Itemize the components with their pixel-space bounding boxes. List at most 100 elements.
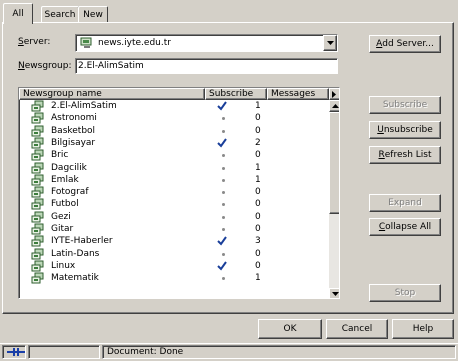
list-item[interactable]: Basketbol 0 [19, 125, 329, 137]
list-item[interactable]: Linux 0 [19, 260, 329, 272]
newsgroup-icon [31, 272, 44, 284]
column-header-messages[interactable]: Messages [267, 88, 329, 100]
list-item[interactable]: Matematik 1 [19, 272, 329, 284]
newsgroup-list[interactable]: Newsgroup name Subscribe Messages 2.El-A… [18, 87, 340, 299]
unsubscribe-button[interactable]: Unsubscribe [369, 121, 441, 139]
scroll-up-button[interactable] [329, 100, 339, 112]
newsgroup-name: Bilgisayar [51, 137, 96, 148]
newsgroup-icon [31, 149, 44, 161]
newsgroup-icon [31, 198, 44, 210]
message-count: 0 [255, 150, 261, 161]
expand-button[interactable]: Expand [369, 194, 441, 212]
newsgroup-icon [31, 112, 44, 124]
newsgroup-icon [31, 137, 44, 149]
checkmark-icon [217, 236, 227, 246]
help-button[interactable]: Help [392, 319, 454, 339]
collapse-all-button[interactable]: Collapse All [369, 218, 441, 236]
tab-new[interactable]: New [78, 6, 108, 23]
list-item[interactable]: Bric 0 [19, 149, 329, 161]
list-item[interactable]: Bilgisayar 2 [19, 137, 329, 149]
unsubscribed-dot-icon [221, 215, 225, 219]
refresh-list-button[interactable]: Refresh List [369, 146, 441, 164]
subscribe-toggle[interactable] [211, 198, 235, 209]
subscribe-toggle[interactable] [211, 211, 235, 222]
list-item[interactable]: 2.El-AlimSatim 1 [19, 100, 329, 112]
checkmark-icon [217, 101, 227, 111]
list-item[interactable]: Futbol 0 [19, 198, 329, 210]
newsgroup-label: Newsgroup: [18, 61, 72, 71]
column-header-subscribe[interactable]: Subscribe [205, 88, 267, 100]
newsgroup-name: Matematik [51, 273, 99, 284]
newsgroup-icon [31, 174, 44, 186]
list-item[interactable]: Astronomi 0 [19, 112, 329, 124]
server-select[interactable]: news.iyte.edu.tr [75, 34, 338, 52]
list-item[interactable]: IYTE-Haberler 3 [19, 235, 329, 247]
newsgroup-name: Dagcilik [51, 162, 87, 173]
unsubscribed-dot-icon [221, 277, 225, 281]
chevron-right-icon [332, 90, 336, 98]
list-item[interactable]: Emlak 1 [19, 174, 329, 186]
newsgroup-icon [31, 248, 44, 260]
newsgroup-name: IYTE-Haberler [51, 236, 113, 247]
subscribe-toggle[interactable] [211, 125, 235, 136]
subscribe-toggle[interactable] [211, 162, 235, 173]
chevron-down-icon [331, 292, 339, 296]
newsgroup-icon [31, 162, 44, 173]
newsgroup-name: Fotograf [51, 187, 89, 198]
subscribe-toggle[interactable] [211, 174, 235, 185]
newsgroup-icon [31, 211, 44, 223]
list-item[interactable]: Gitar 0 [19, 223, 329, 235]
tab-search[interactable]: Search [41, 6, 79, 23]
unsubscribed-dot-icon [221, 228, 225, 231]
unsubscribed-dot-icon [221, 252, 225, 256]
subscribe-toggle[interactable] [211, 112, 235, 123]
newsgroup-icon [31, 186, 44, 198]
subscribe-toggle[interactable] [211, 272, 235, 283]
stop-button[interactable]: Stop [369, 284, 441, 302]
message-count: 0 [255, 199, 261, 210]
server-value: news.iyte.edu.tr [98, 38, 171, 48]
subscribe-toggle[interactable] [211, 186, 235, 197]
tab-all[interactable]: All [3, 3, 33, 24]
newsgroup-icon [31, 125, 44, 137]
connection-icon [7, 348, 25, 356]
newsgroup-input[interactable]: 2.El-AlimSatim [75, 58, 338, 74]
message-count: 0 [255, 187, 261, 198]
header-scroll-right-button[interactable] [329, 88, 339, 100]
column-header-name[interactable]: Newsgroup name [19, 88, 205, 100]
news-server-icon [80, 37, 92, 48]
message-count: 2 [255, 137, 261, 148]
subscribe-toggle[interactable] [211, 223, 235, 234]
scroll-down-button[interactable] [329, 288, 339, 298]
status-text: Document: Done [102, 345, 456, 359]
subscribe-toggle[interactable] [211, 248, 235, 259]
list-item[interactable]: Dagcilik 1 [19, 162, 329, 174]
message-count: 3 [255, 236, 261, 247]
chevron-down-icon [326, 41, 334, 45]
unsubscribed-dot-icon [221, 166, 225, 170]
subscribe-button[interactable]: Subscribe [369, 96, 441, 114]
list-item[interactable]: Fotograf 0 [19, 186, 329, 198]
newsgroup-name: Latin-Dans [51, 248, 100, 259]
newsgroup-icon [31, 235, 44, 247]
progress-cell [28, 345, 100, 359]
newsgroup-name: Astronomi [51, 113, 97, 124]
list-item[interactable]: Gezi 0 [19, 211, 329, 223]
newsgroup-icon [31, 223, 44, 235]
vertical-scrollbar[interactable] [329, 100, 339, 298]
message-count: 0 [255, 125, 261, 136]
message-count: 1 [255, 273, 261, 284]
newsgroup-name: Linux [51, 260, 76, 271]
list-item[interactable]: Latin-Dans 0 [19, 248, 329, 260]
scroll-thumb[interactable] [329, 112, 339, 214]
newsgroup-name: Emlak [51, 174, 79, 185]
unsubscribed-dot-icon [221, 117, 225, 121]
message-count: 0 [255, 248, 261, 259]
server-dropdown-button[interactable] [323, 35, 337, 51]
subscribe-toggle[interactable] [211, 149, 235, 160]
cancel-button[interactable]: Cancel [326, 319, 388, 339]
newsgroup-icon [31, 260, 44, 272]
connection-status-cell [2, 345, 26, 359]
ok-button[interactable]: OK [258, 319, 322, 339]
add-server-button[interactable]: Add Server... [369, 35, 441, 53]
